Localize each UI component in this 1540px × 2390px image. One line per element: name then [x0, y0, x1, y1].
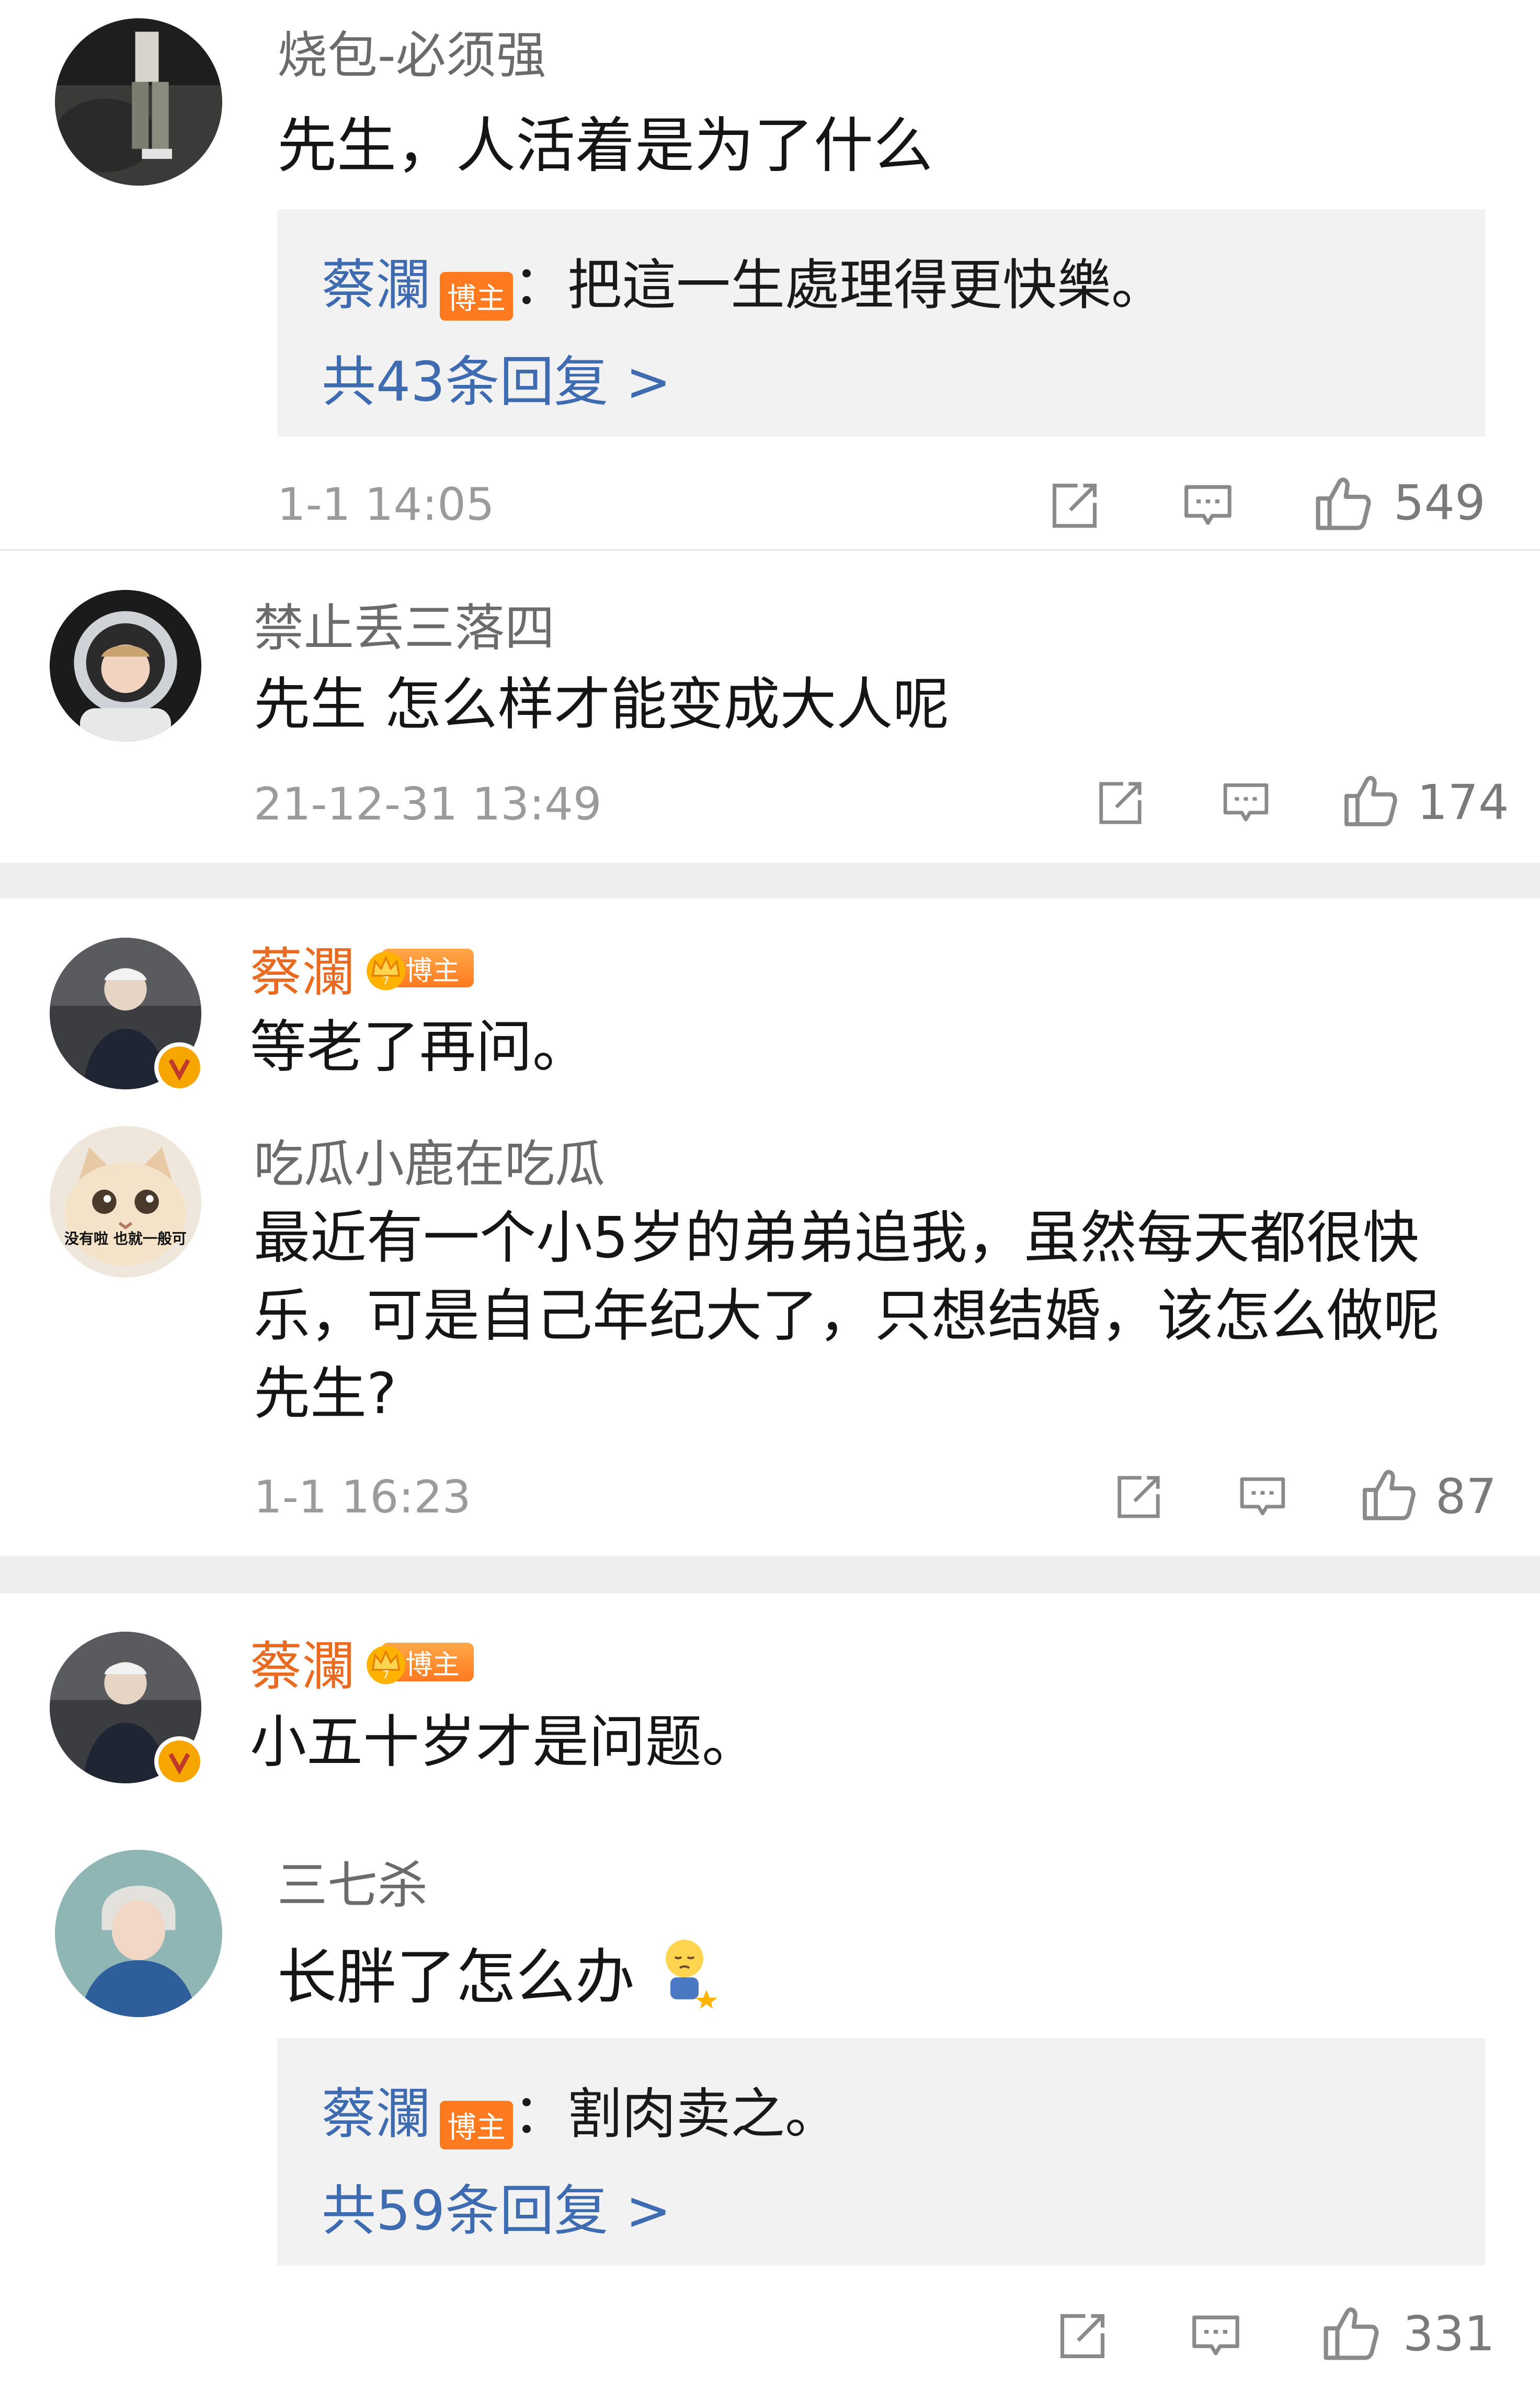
comment-time: 1-1 14:05	[277, 479, 495, 531]
comment-text: 先生，人活着是为了什么	[277, 111, 933, 180]
comment-text: 长胖了怎么办	[277, 1942, 635, 2012]
comment-card: 烧包-必须强 先生，人活着是为了什么 蔡瀾 博主 ：把這一生處理得更快樂。 共43条…	[0, 0, 1540, 549]
avatar-caption: 没有啦 也就一般可	[64, 1230, 187, 1247]
section-separator	[0, 863, 1540, 898]
avatar-photo-walking[interactable]	[55, 18, 222, 186]
host-badge: 博主 7	[361, 1638, 474, 1685]
comment-text: 最近有一个小5岁的弟弟追我，虽然每天都很快乐，可是自己年纪大了，只想结婚，该怎么…	[254, 1205, 1440, 1427]
comment-thread: 蔡瀾 博主 7 小五十岁才是问题。 三七杀 长胖了怎么办 蔡瀾 博主 ：割肉卖之…	[0, 1594, 1540, 2390]
like-icon[interactable]	[1357, 1463, 1420, 1526]
comment-text: 小五十岁才是问题。	[250, 1710, 759, 1775]
host-badge: 博主	[440, 272, 514, 321]
reply-preview[interactable]: 蔡瀾 博主 ：把這一生處理得更快樂。 共43条回复 >	[277, 209, 1485, 437]
more-replies-link[interactable]: 共59条回复 >	[322, 2166, 671, 2245]
share-icon[interactable]	[1054, 2307, 1111, 2365]
host-badge: 博主	[440, 2101, 514, 2149]
avatar-portrait[interactable]	[55, 1850, 222, 2017]
comment-text: 先生 怎么样才能变成大人呢	[254, 672, 950, 737]
crown-icon: 7	[367, 951, 405, 991]
comment-text: 等老了再问。	[250, 1015, 589, 1080]
like-icon[interactable]	[1318, 2301, 1383, 2366]
sad-emoji	[656, 1936, 719, 2009]
comment-username[interactable]: 三七杀	[277, 1860, 428, 1910]
avatar-astronaut[interactable]	[50, 590, 201, 742]
like-count: 87	[1435, 1469, 1497, 1524]
reply-author[interactable]: 蔡瀾	[322, 2082, 430, 2146]
comment-username[interactable]: 蔡瀾	[250, 1641, 355, 1693]
reply-text: ：把這一生處理得更快樂。	[513, 253, 1166, 317]
svg-text:7: 7	[382, 1668, 389, 1681]
section-separator	[0, 1556, 1540, 1594]
comment-thread: 蔡瀾 博主 7 等老了再问。 没有啦 也就一般可 吃瓜小鹿在吃瓜 最近有一个小5…	[0, 898, 1540, 1556]
host-badge: 博主 7	[361, 944, 474, 991]
like-count: 174	[1417, 775, 1509, 830]
comment-feed: 烧包-必须强 先生，人活着是为了什么 蔡瀾 博主 ：把這一生處理得更快樂。 共43条…	[0, 0, 1540, 2390]
comment-icon[interactable]	[1187, 2307, 1245, 2365]
comment-icon[interactable]	[1235, 1470, 1290, 1524]
avatar-cat[interactable]: 没有啦 也就一般可	[50, 1126, 201, 1278]
reply-line: 蔡瀾 博主 ：割肉卖之。	[322, 2069, 839, 2155]
verified-icon	[154, 1042, 204, 1092]
reply-text: ：割肉卖之。	[513, 2082, 840, 2146]
comment-icon[interactable]	[1179, 477, 1237, 534]
more-replies-link[interactable]: 共43条回复 >	[322, 337, 671, 416]
reply-author[interactable]: 蔡瀾	[322, 253, 430, 317]
comment-username[interactable]: 烧包-必须强	[277, 30, 546, 81]
comment-icon[interactable]	[1218, 776, 1273, 830]
like-count: 331	[1403, 2306, 1495, 2362]
comment-username[interactable]: 蔡瀾	[250, 947, 355, 999]
share-icon[interactable]	[1046, 477, 1103, 534]
like-count: 549	[1394, 475, 1486, 531]
crown-icon: 7	[367, 1645, 405, 1685]
comment-time: 1-1 16:23	[254, 1471, 471, 1523]
like-icon[interactable]	[1339, 769, 1401, 832]
reply-line: 蔡瀾 博主 ：把這一生處理得更快樂。	[322, 241, 1166, 326]
comment-time: 21-12-31 13:49	[254, 778, 602, 830]
verified-icon	[154, 1736, 204, 1786]
svg-text:7: 7	[382, 974, 389, 987]
comment-username[interactable]: 吃瓜小鹿在吃瓜	[254, 1139, 605, 1189]
reply-preview[interactable]: 蔡瀾 博主 ：割肉卖之。 共59条回复 >	[277, 2038, 1485, 2266]
share-icon[interactable]	[1093, 776, 1148, 830]
comment-username[interactable]: 禁止丢三落四	[254, 603, 555, 653]
like-icon[interactable]	[1310, 471, 1375, 536]
comment-card: 禁止丢三落四 先生 怎么样才能变成大人呢 21-12-31 13:49 174	[0, 551, 1540, 863]
share-icon[interactable]	[1111, 1470, 1166, 1524]
